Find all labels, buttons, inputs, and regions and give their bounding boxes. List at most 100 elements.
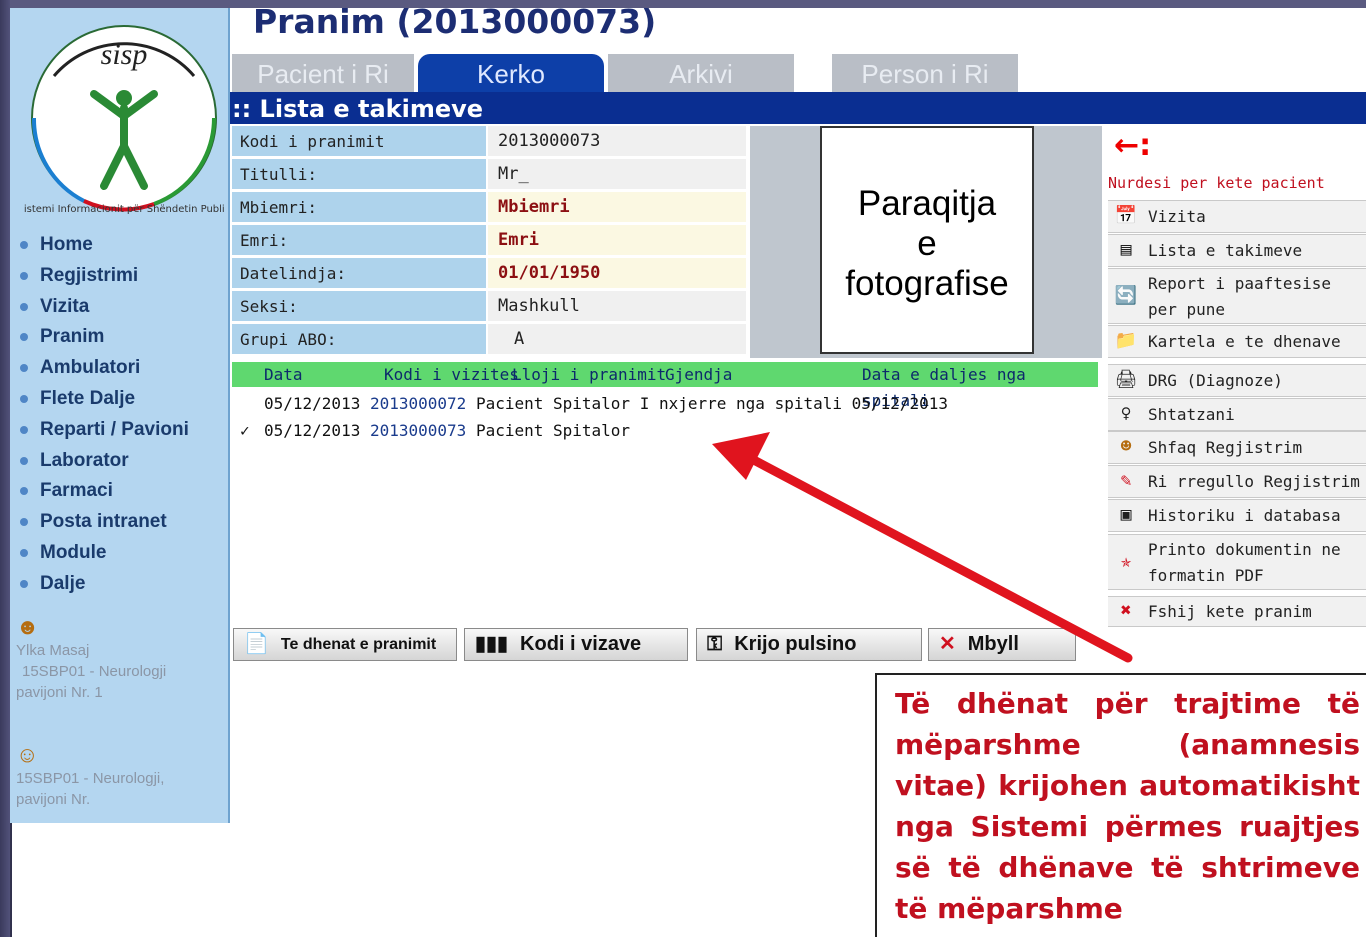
nav-item-regjistrimi[interactable]: Regjistrimi <box>20 261 189 292</box>
info-label: Mbiemri: <box>232 192 486 222</box>
row-discharge: 05/12/2013 <box>851 394 948 413</box>
row-date: 05/12/2013 <box>264 394 361 413</box>
photo-text: e <box>917 224 937 263</box>
info-row: Titulli: Mr_ <box>232 159 748 190</box>
info-row: Seksi: Mashkull <box>232 291 748 322</box>
bullet-icon <box>20 456 28 465</box>
nav-item-pranim[interactable]: Pranim <box>20 322 189 353</box>
list-icon: ▤ <box>1120 239 1132 260</box>
user-view-icon: ☻ <box>1120 436 1132 457</box>
info-value: 2013000073 <box>488 126 746 156</box>
bullet-icon <box>20 394 28 403</box>
nav-item-flete-dalje[interactable]: Flete Dalje <box>20 384 189 415</box>
info-value: Mbiemri <box>488 192 746 222</box>
barcode-icon: ▮▮▮ <box>475 633 509 655</box>
info-row: Emri: Emri <box>232 225 748 256</box>
bullet-icon <box>20 425 28 434</box>
patient-actions: ←: Nurdesi per kete pacient 📅 Vizita ▤ Lis… <box>1108 126 1366 627</box>
bracelet-icon: ⚿ <box>707 633 723 655</box>
nav-label: Dalje <box>40 572 86 594</box>
action-label: Printo dokumentin ne formatin PDF <box>1148 540 1341 585</box>
action-shfaq-regjistrim[interactable]: ☻ Shfaq Regjistrim <box>1108 431 1366 464</box>
button-label: Kodi i vizave <box>520 633 642 655</box>
bullet-icon <box>20 333 28 342</box>
bullet-icon <box>20 240 28 249</box>
nav-label: Reparti / Pavioni <box>40 418 189 440</box>
info-label: Titulli: <box>232 159 486 189</box>
photo-text: Paraqitja <box>857 184 997 223</box>
tab-person-i-ri[interactable]: Person i Ri <box>832 54 1018 92</box>
nav-item-dalje[interactable]: Dalje <box>20 569 189 600</box>
action-ri-rregullo[interactable]: ✎ Ri rregullo Regjistrim <box>1108 465 1366 498</box>
nav-item-posta[interactable]: Posta intranet <box>20 507 189 538</box>
bullet-icon <box>20 487 28 496</box>
patient-photo-placeholder[interactable]: Paraqitja e fotografise <box>820 126 1034 354</box>
tab-kerko[interactable]: Kerko <box>418 54 604 92</box>
nav-item-ambulatori[interactable]: Ambulatori <box>20 353 189 384</box>
action-label: Shfaq Regjistrim <box>1148 438 1303 457</box>
button-label: Krijo pulsino <box>734 633 857 655</box>
action-historiku[interactable]: ▣ Historiku i databasa <box>1108 499 1366 532</box>
nav-item-reparti[interactable]: Reparti / Pavioni <box>20 415 189 446</box>
nav-label: Flete Dalje <box>40 387 136 409</box>
nav-item-farmaci[interactable]: Farmaci <box>20 476 189 507</box>
action-label: Fshij kete pranim <box>1148 602 1312 621</box>
admission-row[interactable]: 05/12/2013 2013000072 Pacient Spitalor I… <box>240 394 948 413</box>
mbyll-button[interactable]: ✕ Mbyll <box>928 628 1076 661</box>
user-edit-icon: ✎ <box>1120 470 1132 491</box>
action-label: Vizita <box>1148 207 1206 226</box>
row-date: 05/12/2013 <box>264 421 361 440</box>
admission-row[interactable]: ✓ 05/12/2013 2013000073 Pacient Spitalor <box>240 421 630 440</box>
action-report-paaftesise[interactable]: 🔄 Report i paaftesise per pune <box>1108 268 1366 324</box>
nav-item-laborator[interactable]: Laborator <box>20 446 189 477</box>
info-row: Datelindja: 01/01/1950 <box>232 258 748 289</box>
nav-item-module[interactable]: Module <box>20 538 189 569</box>
col-header-data: Data <box>264 365 303 384</box>
bullet-icon <box>20 518 28 527</box>
info-value: Emri <box>488 225 746 255</box>
pdf-icon: ✯ <box>1120 551 1132 572</box>
delete-icon: ✖ <box>1120 600 1132 621</box>
nav-item-vizita[interactable]: Vizita <box>20 292 189 323</box>
nav-label: Home <box>40 234 93 255</box>
logo-ring-text: Sistemi Informacionit për Shëndetin Publ… <box>24 204 224 215</box>
printer-icon: 🖨 <box>1114 369 1138 390</box>
action-vizita[interactable]: 📅 Vizita <box>1108 200 1366 233</box>
nav-label: Laborator <box>40 449 129 471</box>
back-arrow-icon: ←: <box>1114 128 1152 163</box>
action-kartela[interactable]: 📁 Kartela e te dhenave <box>1108 325 1366 358</box>
row-status: I nxjerre nga spitali <box>639 394 842 413</box>
button-label: Te dhenat e pranimit <box>280 636 437 653</box>
info-row: Mbiemri: Mbiemri <box>232 192 748 223</box>
action-drg[interactable]: 🖨 DRG (Diagnoze) <box>1108 364 1366 397</box>
sidebar: sisp Sistemi Informacionit për Shëndetin… <box>10 8 230 823</box>
tab-pacient-i-ri[interactable]: Pacient i Ri <box>232 54 414 92</box>
krijo-pulsino-button[interactable]: ⚿ Krijo pulsino <box>696 628 922 661</box>
logo-wordmark: sisp <box>101 38 148 71</box>
action-printo-pdf[interactable]: ✯ Printo dokumentin ne formatin PDF <box>1108 534 1366 590</box>
nav-item-home[interactable]: Home <box>20 230 189 261</box>
admissions-header: Data Kodi i vizites Lloji i pranimit Gje… <box>232 362 1098 410</box>
nav-label: Ambulatori <box>40 357 141 379</box>
section-title: :: Lista e takimeve <box>230 92 1366 124</box>
action-fshij-pranim[interactable]: ✖ Fshij kete pranim <box>1108 596 1366 627</box>
action-shtatzani[interactable]: ♀ Shtatzani <box>1108 398 1366 431</box>
action-lista-takimeve[interactable]: ▤ Lista e takimeve <box>1108 234 1366 267</box>
bullet-icon <box>20 579 28 588</box>
row-check-icon: ✓ <box>240 421 250 440</box>
info-row: Grupi ABO: A <box>232 324 748 355</box>
kodi-vizave-button[interactable]: ▮▮▮ Kodi i vizave <box>464 628 688 661</box>
tab-arkivi[interactable]: Arkivi <box>608 54 794 92</box>
info-label: Emri: <box>232 225 486 255</box>
user-info: ☻ Ylka Masaj 15SBP01 - Neurologji pavijo… <box>16 616 166 703</box>
close-icon: ✕ <box>939 633 956 655</box>
action-label: Historiku i databasa <box>1148 506 1341 525</box>
nav-label: Farmaci <box>40 480 113 502</box>
te-dhenat-button[interactable]: 📄 Te dhenat e pranimit <box>233 628 457 661</box>
department-line2: pavijoni Nr. <box>16 791 91 808</box>
action-label: Ri rregullo Regjistrim <box>1148 472 1360 491</box>
nav-label: Module <box>40 541 107 563</box>
bullet-icon <box>20 271 28 280</box>
folder-icon: 📁 <box>1114 330 1138 351</box>
row-type: Pacient Spitalor <box>475 394 631 413</box>
